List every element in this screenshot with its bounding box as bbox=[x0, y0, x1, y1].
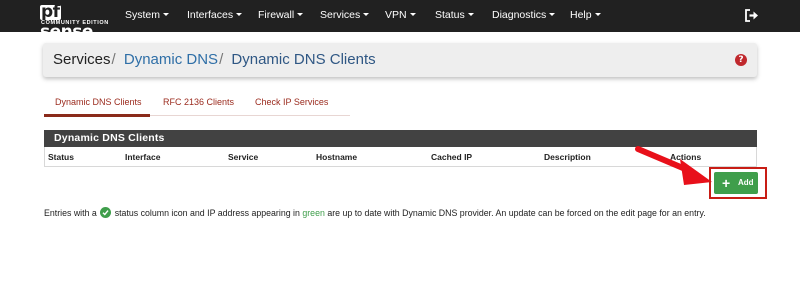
chevron-down-icon bbox=[236, 12, 243, 16]
column-header-interface: Interface bbox=[125, 152, 161, 162]
nav-menu-vpn[interactable]: VPN bbox=[385, 0, 416, 32]
green-word: green bbox=[302, 208, 325, 218]
chevron-down-icon bbox=[363, 12, 370, 16]
nav-menu-firewall[interactable]: Firewall bbox=[258, 0, 304, 32]
help-icon[interactable]: ? bbox=[735, 54, 747, 66]
chevron-down-icon bbox=[409, 12, 416, 16]
status-legend-note: Entries with a status column icon and IP… bbox=[44, 207, 706, 218]
active-tab-indicator bbox=[44, 114, 150, 117]
add-button-label: Add bbox=[738, 178, 754, 187]
breadcrumb: Services/ Dynamic DNS/ Dynamic DNS Clien… bbox=[53, 51, 376, 68]
tab-dynamic-dns-clients[interactable]: Dynamic DNS Clients bbox=[55, 97, 142, 107]
chevron-down-icon bbox=[163, 12, 170, 16]
tab-check-ip-services[interactable]: Check IP Services bbox=[255, 97, 328, 107]
logout-icon[interactable] bbox=[745, 9, 759, 22]
add-button[interactable]: + Add bbox=[714, 172, 758, 194]
nav-menu-diagnostics[interactable]: Diagnostics bbox=[492, 0, 556, 32]
pfsense-logo[interactable]: pfsense COMMUNITY EDITION bbox=[40, 4, 109, 42]
breadcrumb-dynamic-dns-link[interactable]: Dynamic DNS bbox=[124, 51, 218, 68]
chevron-down-icon bbox=[549, 12, 556, 16]
tab-underline bbox=[150, 115, 350, 116]
breadcrumb-services: Services bbox=[53, 51, 111, 68]
column-header-status: Status bbox=[48, 152, 74, 162]
breadcrumb-separator: / bbox=[111, 51, 116, 68]
nav-menu-status[interactable]: Status bbox=[435, 0, 474, 32]
nav-menu-interfaces[interactable]: Interfaces bbox=[187, 0, 243, 32]
chevron-down-icon bbox=[467, 12, 474, 16]
breadcrumb-dynamic-dns-clients-link[interactable]: Dynamic DNS Clients bbox=[231, 51, 375, 68]
check-circle-icon bbox=[100, 207, 112, 218]
column-header-hostname: Hostname bbox=[316, 152, 358, 162]
column-header-cached-ip: Cached IP bbox=[431, 152, 473, 162]
column-header-description: Description bbox=[544, 152, 591, 162]
chevron-down-icon bbox=[297, 12, 304, 16]
nav-menu-system[interactable]: System bbox=[125, 0, 170, 32]
nav-menu-help[interactable]: Help bbox=[570, 0, 601, 32]
breadcrumb-panel: Services/ Dynamic DNS/ Dynamic DNS Clien… bbox=[43, 43, 757, 77]
plus-icon: + bbox=[722, 175, 731, 191]
chevron-down-icon bbox=[594, 12, 601, 16]
breadcrumb-separator: / bbox=[219, 51, 224, 68]
nav-menu-services[interactable]: Services bbox=[320, 0, 370, 32]
tab-rfc-2136-clients[interactable]: RFC 2136 Clients bbox=[163, 97, 234, 107]
top-navbar: pfsense COMMUNITY EDITION System Interfa… bbox=[0, 0, 800, 42]
table-title: Dynamic DNS Clients bbox=[54, 132, 165, 144]
logo-edition: COMMUNITY EDITION bbox=[41, 20, 109, 26]
column-header-service: Service bbox=[228, 152, 259, 162]
